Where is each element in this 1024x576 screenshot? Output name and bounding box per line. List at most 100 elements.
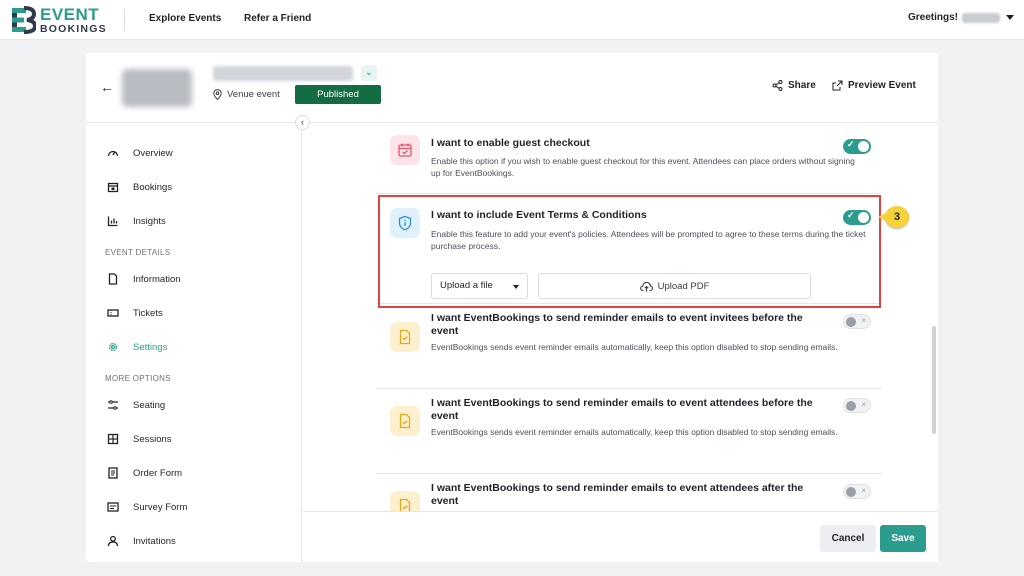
- setting-title: I want to enable guest checkout: [431, 137, 590, 149]
- sidebar-item-label: Bookings: [133, 181, 173, 193]
- setting-reminder-attendees-before: I want EventBookings to send reminder em…: [376, 390, 882, 474]
- gear-icon: [108, 342, 118, 352]
- sidebar-group-event-details: EVENT DETAILS: [105, 248, 171, 257]
- sidebar-item-invitations[interactable]: Invitations: [107, 535, 176, 547]
- venue-type: Venue event: [213, 89, 280, 100]
- setting-description: EventBookings sends event reminder email…: [431, 427, 838, 437]
- shield-info-icon: [390, 208, 420, 238]
- document-check-icon: [390, 322, 420, 352]
- setting-description: EventBookings sends event reminder email…: [431, 342, 838, 352]
- setting-terms-conditions: I want to include Event Terms & Conditio…: [376, 195, 882, 304]
- survey-icon: [107, 502, 119, 512]
- save-button[interactable]: Save: [880, 525, 926, 552]
- sidebar-item-label: Tickets: [133, 307, 163, 319]
- setting-title: I want EventBookings to send reminder em…: [431, 397, 813, 422]
- form-icon: [108, 467, 118, 479]
- sidebar-item-information[interactable]: Information: [107, 273, 181, 285]
- sidebar: ‹ Overview Bookings Insights EVENT DETAI…: [86, 115, 310, 562]
- user-icon: [107, 535, 119, 547]
- document-check-icon: [390, 406, 420, 436]
- setting-title: I want to include Event Terms & Conditio…: [431, 209, 647, 221]
- sidebar-item-insights[interactable]: Insights: [107, 215, 166, 227]
- nav-divider: [124, 9, 125, 31]
- sidebar-item-sessions[interactable]: Sessions: [107, 433, 172, 445]
- collapse-sidebar-chevron-icon[interactable]: ‹: [295, 115, 310, 130]
- tutorial-step-badge: 3: [878, 206, 909, 228]
- gauge-icon: [107, 150, 119, 157]
- nav-explore-events[interactable]: Explore Events: [149, 13, 221, 24]
- reminder-invitees-toggle[interactable]: ×: [843, 314, 871, 329]
- share-button[interactable]: Share: [772, 80, 816, 91]
- terms-conditions-toggle[interactable]: ✓: [843, 210, 871, 225]
- dropdown-caret-icon: [513, 285, 519, 289]
- cancel-button[interactable]: Cancel: [820, 525, 876, 552]
- setting-reminder-attendees-after: I want EventBookings to send reminder em…: [376, 475, 882, 511]
- sidebar-item-survey-form[interactable]: Survey Form: [107, 501, 187, 513]
- event-header: ← ⌄ Venue event Published Share Preview …: [86, 53, 938, 123]
- top-bar: EVENT BOOKINGS Explore Events Refer a Fr…: [0, 0, 1024, 40]
- user-name-redacted: [962, 12, 1000, 23]
- user-menu-caret-icon: [1006, 15, 1014, 20]
- brand-logo[interactable]: EVENT BOOKINGS: [10, 5, 107, 35]
- upload-pdf-button[interactable]: Upload PDF: [538, 273, 811, 299]
- calendar-icon: [107, 182, 119, 193]
- brand-line1: EVENT: [40, 4, 100, 24]
- bar-chart-icon: [107, 216, 118, 227]
- sidebar-item-tickets[interactable]: Tickets: [107, 307, 163, 319]
- sidebar-item-settings[interactable]: Settings: [107, 341, 167, 353]
- sidebar-item-seating[interactable]: Seating: [107, 399, 165, 411]
- sidebar-item-label: Sessions: [133, 433, 172, 445]
- upload-pdf-label: Upload PDF: [657, 280, 710, 292]
- event-switch-chevron-icon[interactable]: ⌄: [361, 65, 377, 81]
- share-icon: [772, 80, 783, 91]
- external-link-icon: [832, 80, 843, 91]
- cloud-upload-icon: [639, 281, 653, 291]
- sidebar-item-label: Survey Form: [133, 501, 188, 513]
- back-arrow-icon[interactable]: ←: [100, 79, 114, 95]
- upload-source-select[interactable]: Upload a file: [431, 273, 528, 299]
- sidebar-item-order-form[interactable]: Order Form: [107, 467, 182, 479]
- event-thumbnail: [122, 69, 192, 107]
- settings-list: I want to enable guest checkout Enable t…: [376, 123, 894, 511]
- setting-reminder-invitees: I want EventBookings to send reminder em…: [376, 305, 882, 389]
- brand-line2: BOOKINGS: [40, 22, 107, 35]
- upload-select-value: Upload a file: [440, 280, 493, 291]
- sidebar-item-label: Settings: [133, 341, 168, 353]
- greeting-text: Greetings!: [907, 12, 958, 23]
- sidebar-item-label: Information: [133, 273, 181, 285]
- logo-mark-icon: [12, 6, 36, 34]
- guest-checkout-toggle[interactable]: ✓: [843, 139, 871, 154]
- setting-description: Enable this feature to add your event's …: [431, 229, 866, 251]
- status-badge: Published: [295, 85, 381, 104]
- preview-label: Preview Event: [848, 80, 916, 91]
- reminder-attendees-after-toggle[interactable]: ×: [843, 484, 871, 499]
- share-label: Share: [788, 80, 816, 91]
- form-footer: Cancel Save: [303, 511, 938, 562]
- content-scrollbar[interactable]: [932, 326, 936, 434]
- location-pin-icon: [213, 89, 222, 100]
- sidebar-item-label: Insights: [133, 215, 166, 227]
- preview-event-button[interactable]: Preview Event: [832, 80, 916, 91]
- reminder-attendees-before-toggle[interactable]: ×: [843, 398, 871, 413]
- sidebar-item-label: Seating: [133, 399, 166, 411]
- setting-title: I want EventBookings to send reminder em…: [431, 482, 804, 507]
- user-menu[interactable]: Greetings!: [908, 12, 1014, 23]
- setting-description: Enable this option if you wish to enable…: [431, 156, 855, 178]
- nav-refer-friend[interactable]: Refer a Friend: [244, 13, 311, 24]
- sidebar-item-overview[interactable]: Overview: [107, 147, 173, 159]
- sidebar-item-label: Order Form: [133, 467, 183, 479]
- guest-checkout-icon: [390, 135, 420, 165]
- sidebar-item-bookings[interactable]: Bookings: [107, 181, 172, 193]
- document-check-icon: [390, 491, 420, 511]
- document-icon: [108, 273, 118, 285]
- venue-label: Venue event: [227, 89, 280, 100]
- sidebar-item-label: Invitations: [133, 535, 176, 547]
- setting-guest-checkout: I want to enable guest checkout Enable t…: [376, 123, 882, 194]
- grid-icon: [107, 433, 119, 445]
- sliders-icon: [108, 400, 118, 410]
- event-settings-card: ← ⌄ Venue event Published Share Preview …: [86, 53, 938, 562]
- ticket-icon: [107, 309, 119, 317]
- sidebar-group-more-options: MORE OPTIONS: [105, 374, 171, 383]
- sidebar-item-label: Overview: [133, 147, 173, 159]
- event-title-redacted: [213, 66, 353, 81]
